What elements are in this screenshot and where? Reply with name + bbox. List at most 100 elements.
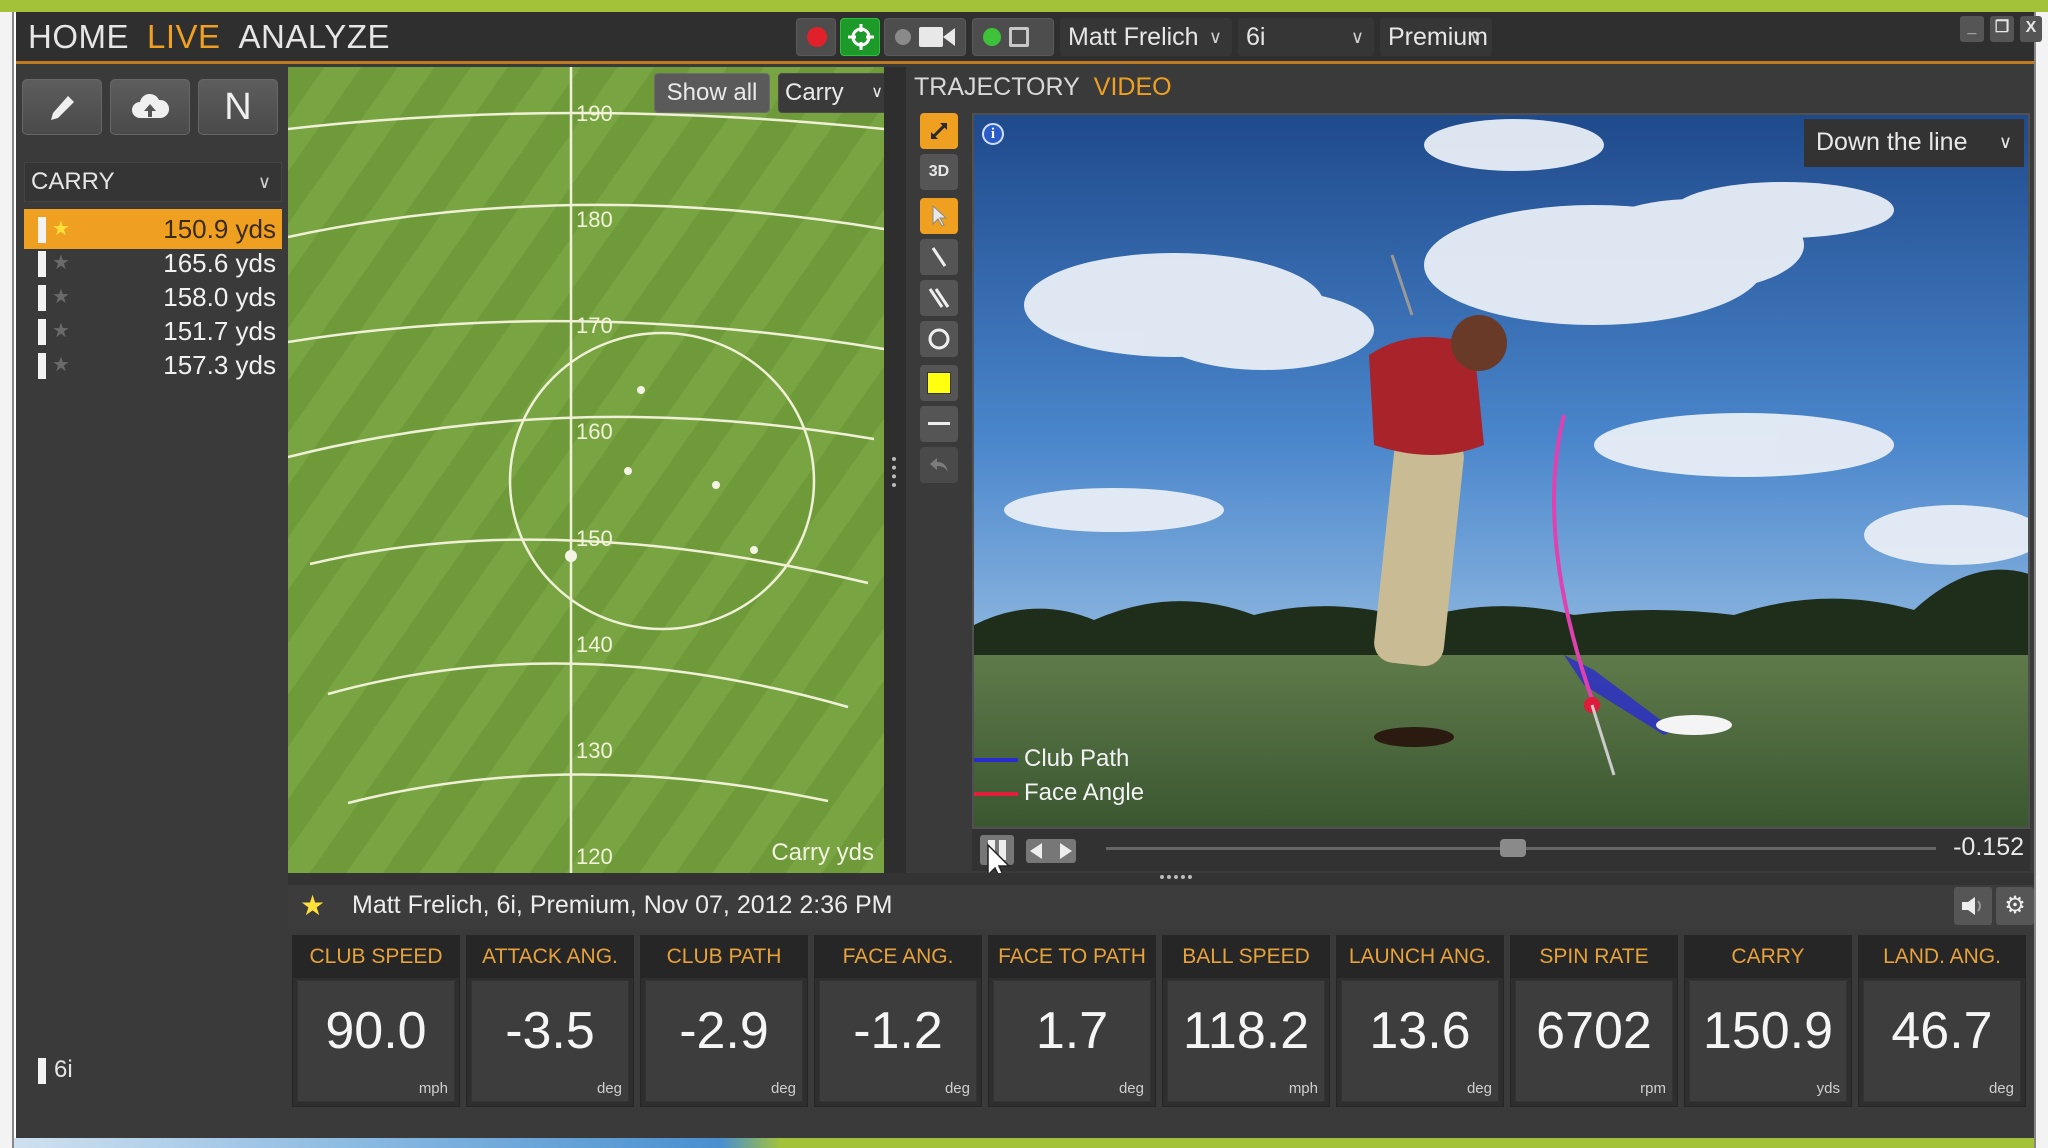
face-angle-swatch [974,791,1018,796]
frame-step-buttons[interactable] [1026,839,1076,863]
step-forward-icon[interactable] [1060,843,1072,859]
line-tool-button[interactable] [920,239,958,275]
vertical-splitter[interactable] [884,67,906,873]
target-button[interactable] [840,18,880,56]
header-bar: HOME LIVE ANALYZE Matt Frelich ∨ 6i ∨ Pr… [16,12,2042,64]
player-select[interactable]: Matt Frelich ∨ [1060,18,1232,56]
scrub-thumb[interactable] [1499,839,1526,857]
metric-tile[interactable]: FACE TO PATH 1.7 deg [988,935,1156,1107]
color-picker-button[interactable] [920,365,958,401]
range-tick: 160 [576,419,613,444]
club-select-value: 6i [1246,23,1266,51]
metric-label: FACE ANG. [815,936,981,978]
range-tick: 140 [576,632,613,657]
metric-value: 90.0 [325,1002,427,1060]
view-tabs: TRAJECTORY VIDEO [914,73,1172,102]
range-tick: 170 [576,313,613,338]
star-icon[interactable]: ★ [52,345,70,385]
shot-dot [750,546,758,554]
3d-view-button[interactable]: 3D [920,154,958,190]
dispersion-metric-select[interactable]: Carry ∨ [778,73,884,113]
line-width-button[interactable] [920,406,958,442]
dispersion-metric-value: Carry [785,79,844,106]
window-left-edge [0,12,14,1148]
chevron-down-icon: ∨ [1208,27,1222,47]
shot-summary: Matt Frelich, 6i, Premium, Nov 07, 2012 … [352,891,893,919]
metric-unit: rpm [1640,1080,1666,1097]
minimize-button[interactable]: _ [1960,16,1984,42]
app-window: HOME LIVE ANALYZE Matt Frelich ∨ 6i ∨ Pr… [16,12,2042,1138]
double-line-tool-button[interactable] [920,280,958,316]
window-right-edge [2034,12,2048,1148]
cloud-upload-icon [132,93,170,118]
desktop-top-strip [0,0,2048,12]
nav-home[interactable]: HOME [28,18,129,56]
camera-toggle[interactable] [884,18,966,56]
metric-unit: mph [1288,1080,1318,1097]
metric-tile[interactable]: CARRY 150.9 yds [1684,935,1852,1107]
metric-value-box: 13.6 deg [1341,980,1499,1102]
tab-video[interactable]: VIDEO [1094,73,1172,102]
fullscreen-button[interactable] [920,113,958,149]
swing-video[interactable]: i Down the line ∨ Club Path Face Angle [972,113,2030,829]
metric-unit: deg [770,1080,796,1097]
metric-tile[interactable]: BALL SPEED 118.2 mph [1162,935,1330,1107]
select-tool-button[interactable] [920,198,958,234]
circle-tool-button[interactable] [920,321,958,357]
restore-button[interactable]: ❐ [1990,16,2014,42]
metric-label: LAUNCH ANG. [1337,936,1503,978]
shot-color-marker [38,319,46,345]
shot-color-marker [38,217,46,243]
horizontal-splitter[interactable] [288,873,2034,885]
undo-button[interactable] [920,447,958,483]
metric-tile[interactable]: LAND. ANG. 46.7 deg [1858,935,2026,1107]
close-button[interactable]: X [2020,16,2042,42]
ball-select[interactable]: Premium ∨ [1380,18,1492,56]
show-all-button[interactable]: Show all [654,73,770,113]
metric-tile[interactable]: CLUB SPEED 90.0 mph [292,935,460,1107]
camera-view-select[interactable]: Down the line ∨ [1804,119,2024,167]
launch-monitor-icon [1009,27,1029,47]
metric-value: -1.2 [853,1002,943,1060]
metric-value-box: 150.9 yds [1689,980,1847,1102]
step-back-icon[interactable] [1030,843,1042,859]
metric-tile[interactable]: FACE ANG. -1.2 deg [814,935,982,1107]
club-select[interactable]: 6i ∨ [1238,18,1374,56]
dispersion-view[interactable]: 190 180 170 160 150 140 130 120 Show all… [288,67,884,873]
metric-tile[interactable]: SPIN RATE 6702 rpm [1510,935,1678,1107]
metric-select[interactable]: CARRY ∨ [24,162,282,202]
circle-icon [928,328,950,350]
metric-value-box: 46.7 deg [1863,980,2021,1102]
metric-value: 13.6 [1369,1002,1471,1060]
settings-button[interactable]: ⚙ [1996,887,2034,925]
star-icon[interactable]: ★ [300,889,325,922]
device-toggle[interactable] [972,18,1054,56]
metric-tile[interactable]: ATTACK ANG. -3.5 deg [466,935,634,1107]
cursor-icon [932,204,948,227]
upload-button[interactable] [110,79,190,135]
sound-button[interactable] [1954,887,1992,925]
metric-label: ATTACK ANG. [467,936,633,978]
info-button[interactable]: i [982,123,1004,145]
expand-icon [930,122,948,140]
nav-analyze[interactable]: ANALYZE [239,18,390,56]
new-session-button[interactable]: N [198,79,278,135]
metrics-row: CLUB SPEED 90.0 mph ATTACK ANG. -3.5 deg CLUB … [292,935,2034,1111]
splitter-grip-icon [892,457,896,487]
edit-button[interactable] [22,79,102,135]
metric-label: LAND. ANG. [1859,936,2025,978]
metric-unit: deg [1988,1080,2014,1097]
scrub-slider[interactable] [1106,839,1936,857]
shot-dot [712,481,720,489]
metric-unit: deg [1118,1080,1144,1097]
metric-tile[interactable]: LAUNCH ANG. 13.6 deg [1336,935,1504,1107]
metric-unit: deg [596,1080,622,1097]
nav-live[interactable]: LIVE [147,18,221,56]
camera-view-value: Down the line [1816,128,1968,156]
playback-bar: -0.152 [972,829,2030,883]
record-button[interactable] [796,18,836,56]
metric-tile[interactable]: CLUB PATH -2.9 deg [640,935,808,1107]
shot-row[interactable]: ★ 157.3 yds [24,345,282,385]
tab-trajectory[interactable]: TRAJECTORY [914,73,1080,102]
chevron-down-icon: ∨ [871,84,883,101]
